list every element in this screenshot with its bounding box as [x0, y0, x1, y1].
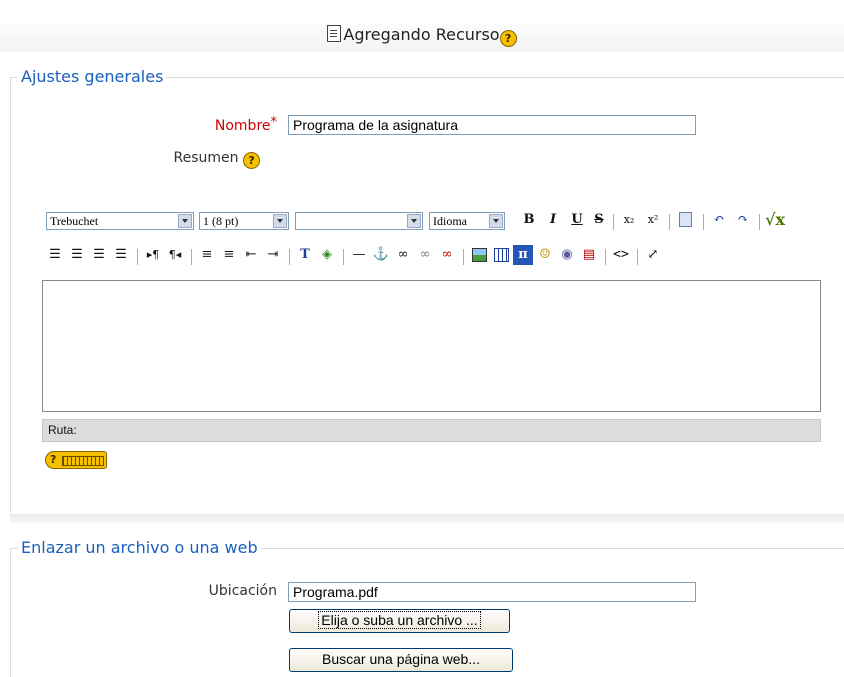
- language-select[interactable]: Idioma: [429, 212, 505, 230]
- summary-editor-area[interactable]: [42, 280, 821, 412]
- font-family-select[interactable]: Trebuchet: [46, 212, 194, 230]
- font-family-value: Trebuchet: [50, 214, 99, 228]
- editor-toolbar-row-1: Trebuchet 1 (8 pt) Idioma B I U S x₂ x² …: [43, 208, 821, 234]
- align-center-icon[interactable]: ☰: [67, 245, 87, 265]
- choose-file-button[interactable]: Elija o suba un archivo ...: [289, 609, 510, 633]
- redo-icon[interactable]: ↷: [733, 210, 753, 230]
- editor-path-bar: Ruta:: [42, 419, 821, 442]
- choose-file-button-label: Elija o suba un archivo ...: [318, 611, 481, 629]
- align-right-icon[interactable]: ☰: [89, 245, 109, 265]
- toolbar-separator: [613, 214, 614, 230]
- question-mark-icon: ?: [50, 453, 57, 466]
- indent-icon[interactable]: ⇥: [263, 245, 283, 265]
- paste-word-icon[interactable]: [675, 210, 695, 230]
- document-icon: [327, 25, 342, 42]
- chevron-down-icon: [273, 214, 287, 228]
- summary-label-text: Resumen: [173, 150, 239, 166]
- chevron-down-icon: [407, 214, 421, 228]
- tex-icon[interactable]: √x: [765, 210, 785, 230]
- toolbar-separator: [289, 249, 290, 265]
- superscript-icon[interactable]: x²: [643, 210, 663, 230]
- name-input[interactable]: Programa de la asignatura: [288, 115, 696, 135]
- language-value: Idioma: [433, 214, 467, 228]
- link-fieldset-side: [10, 548, 11, 677]
- bold-icon[interactable]: B: [519, 210, 539, 230]
- prevent-link-icon[interactable]: ∞: [437, 245, 457, 265]
- link-icon[interactable]: ∞: [393, 245, 413, 265]
- special-char-icon[interactable]: ◉: [557, 245, 577, 265]
- unordered-list-icon[interactable]: ≡: [219, 245, 239, 265]
- search-web-button[interactable]: Buscar una página web...: [289, 648, 513, 672]
- format-select[interactable]: [295, 212, 423, 230]
- general-legend: Ajustes generales: [18, 67, 167, 86]
- toolbar-separator: [669, 214, 670, 230]
- editor-toolbar-row-2: ☰ ☰ ☰ ☰ ▸¶ ¶◂ ≡ ≡ ⇤ ⇥ T ◈ — ⚓ ∞ ∞ ∞ π ☺ …: [43, 243, 821, 269]
- required-star: *: [270, 115, 278, 130]
- page-title: Agregando Recurso?: [0, 25, 844, 47]
- keyboard-help-icon[interactable]: ?: [45, 451, 107, 469]
- underline-icon[interactable]: U: [567, 210, 587, 230]
- page-title-text: Agregando Recurso: [343, 25, 500, 44]
- toolbar-separator: [191, 249, 192, 265]
- undo-icon[interactable]: ↶: [709, 210, 729, 230]
- location-input[interactable]: Programa.pdf: [288, 582, 696, 602]
- smiley-icon[interactable]: ☺: [535, 245, 555, 265]
- toolbar-separator: [343, 249, 344, 265]
- fullscreen-icon[interactable]: ⤢: [643, 245, 663, 265]
- outdent-icon[interactable]: ⇤: [241, 245, 261, 265]
- table-icon[interactable]: [491, 245, 511, 265]
- ordered-list-icon[interactable]: ≡: [197, 245, 217, 265]
- font-size-select[interactable]: 1 (8 pt): [199, 212, 289, 230]
- general-fieldset-side: [10, 77, 11, 512]
- section-divider: [10, 514, 844, 523]
- toolbar-separator: [637, 249, 638, 265]
- link-legend: Enlazar un archivo o una web: [18, 538, 261, 557]
- horizontal-rule-icon[interactable]: —: [349, 245, 369, 265]
- summary-label: Resumen ?: [140, 150, 260, 169]
- ltr-icon[interactable]: ▸¶: [143, 245, 163, 265]
- toolbar-separator: [703, 214, 704, 230]
- name-label: Nombre*: [160, 115, 277, 134]
- strikethrough-icon[interactable]: S: [589, 210, 609, 230]
- help-icon[interactable]: ?: [499, 30, 517, 47]
- search-replace-icon[interactable]: ▤: [579, 245, 599, 265]
- toolbar-separator: [759, 214, 760, 230]
- anchor-icon[interactable]: ⚓: [371, 245, 391, 265]
- chevron-down-icon: [489, 214, 503, 228]
- align-left-icon[interactable]: ☰: [45, 245, 65, 265]
- chevron-down-icon: [178, 214, 192, 228]
- italic-icon[interactable]: I: [543, 210, 563, 230]
- location-label: Ubicación: [208, 583, 277, 599]
- toolbar-separator: [605, 249, 606, 265]
- background-color-icon[interactable]: ◈: [317, 245, 337, 265]
- name-label-text: Nombre: [214, 118, 271, 134]
- equation-icon[interactable]: π: [513, 245, 533, 265]
- image-icon[interactable]: [469, 245, 489, 265]
- text-color-icon[interactable]: T: [295, 245, 315, 265]
- justify-icon[interactable]: ☰: [111, 245, 131, 265]
- summary-help-icon[interactable]: ?: [243, 152, 260, 169]
- font-size-value: 1 (8 pt): [203, 214, 239, 228]
- keyboard-icon: [62, 456, 104, 466]
- toolbar-separator: [137, 249, 138, 265]
- subscript-icon[interactable]: x₂: [619, 210, 639, 230]
- rtl-icon[interactable]: ¶◂: [165, 245, 185, 265]
- unlink-icon[interactable]: ∞: [415, 245, 435, 265]
- toolbar-separator: [463, 249, 464, 265]
- html-source-icon[interactable]: <>: [611, 245, 631, 265]
